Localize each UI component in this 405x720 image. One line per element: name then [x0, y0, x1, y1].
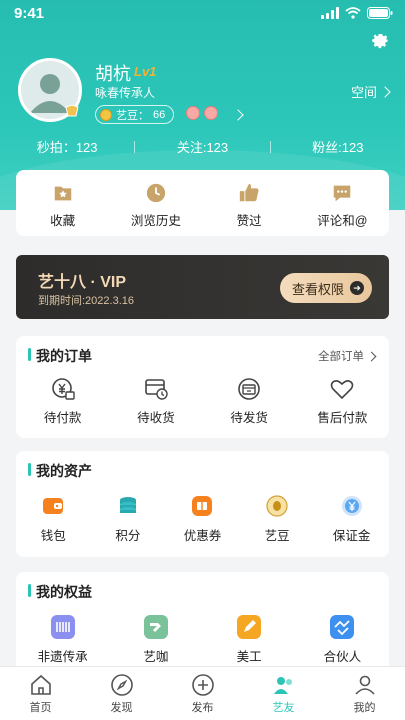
truck-clock-icon: [145, 379, 168, 400]
wallet-icon: [43, 498, 64, 514]
vip-banner[interactable]: 艺十八 · VIP 到期时间:2022.3.16 查看权限 ➔: [16, 255, 389, 319]
verified-badge-icon: [64, 104, 80, 118]
quick-history[interactable]: 浏览历史: [109, 170, 202, 236]
compass-icon: [110, 674, 133, 696]
medal-icon: [204, 106, 218, 120]
stat-following[interactable]: 关注:123: [135, 137, 269, 157]
assets-title: 我的资产: [28, 461, 92, 481]
space-label: 空间: [350, 85, 377, 100]
vip-expiry: 到期时间:2022.3.16: [38, 295, 134, 307]
tab-mine[interactable]: 我的: [324, 667, 405, 720]
yidou-label: 艺豆：: [116, 109, 149, 122]
pen-icon: [237, 615, 262, 639]
stat-miaopai[interactable]: 秒拍：123: [0, 137, 134, 157]
stats-row: 秒拍：123 关注:123 粉丝:123: [0, 137, 405, 157]
asset-coupons[interactable]: 优惠券: [165, 495, 240, 544]
quick-comments[interactable]: 评论和@: [296, 170, 389, 236]
medal-icon: [186, 106, 200, 120]
bean-coin-icon: [100, 108, 112, 121]
asset-points[interactable]: 积分: [91, 495, 166, 544]
orders-title: 我的订单: [28, 346, 92, 366]
coins-stack-icon: [119, 497, 136, 513]
coupon-icon: [192, 496, 213, 516]
signal-icon: [321, 7, 339, 19]
all-orders-link[interactable]: 全部订单: [318, 348, 377, 364]
assets-card: 我的资产 钱包 积分 优惠券 艺豆 保证金: [16, 451, 389, 557]
user-level: Lv1: [134, 64, 157, 79]
rights-partner[interactable]: 合伙人: [296, 614, 389, 665]
yidou-value: 66: [153, 108, 166, 121]
order-after-sales[interactable]: 售后付款: [296, 376, 389, 426]
quick-actions-card: 收藏 浏览历史 赞过 评论和@: [16, 170, 389, 236]
tab-discover[interactable]: 发现: [81, 667, 162, 720]
asset-deposit[interactable]: 保证金: [314, 495, 389, 544]
chevron-right-icon: [366, 351, 377, 361]
brush-icon: [143, 615, 168, 639]
asset-wallet[interactable]: 钱包: [16, 495, 91, 544]
bean-coin-icon: [266, 495, 288, 517]
tab-home[interactable]: 首页: [0, 667, 81, 720]
bottom-tab-bar: 首页 发现 发布 艺友 我的: [0, 666, 405, 720]
stat-followers[interactable]: 粉丝:123: [271, 137, 405, 157]
user-name: 胡杭: [95, 64, 131, 84]
space-link[interactable]: 空间: [350, 82, 391, 101]
asset-yidou[interactable]: 艺豆: [240, 495, 315, 544]
tab-friends[interactable]: 艺友: [243, 667, 324, 720]
medals-arrow-icon[interactable]: [232, 106, 244, 122]
rights-yika[interactable]: 艺咖: [109, 614, 202, 665]
rights-heritage[interactable]: 非遗传承: [16, 614, 109, 665]
handshake-icon: [330, 615, 355, 639]
tab-publish[interactable]: 发布: [162, 667, 243, 720]
star-folder-icon: [54, 186, 71, 201]
yidou-pill[interactable]: 艺豆： 66: [95, 105, 175, 124]
medal-list[interactable]: [186, 106, 218, 120]
rights-artwork[interactable]: 美工: [203, 614, 296, 665]
chevron-right-icon: [379, 85, 391, 98]
friends-icon: [273, 677, 292, 694]
order-pending-payment[interactable]: 待付款: [16, 376, 109, 426]
status-time: 9:41: [14, 5, 45, 22]
chat-icon: [334, 185, 351, 202]
order-pending-receipt[interactable]: 待收货: [109, 376, 202, 426]
plus-icon: [191, 674, 214, 696]
quick-favorites[interactable]: 收藏: [16, 170, 109, 236]
heart-icon: [331, 380, 354, 400]
quick-liked[interactable]: 赞过: [203, 170, 296, 236]
view-privileges-button[interactable]: 查看权限 ➔: [279, 273, 372, 303]
wifi-icon: [345, 7, 361, 19]
orders-card: 我的订单 全部订单 待付款 待收货 待发货 售后付款: [16, 336, 389, 438]
arrow-right-icon: ➔: [350, 281, 364, 295]
wallet-yen-icon: [51, 378, 75, 400]
user-subtitle: 咏春传承人: [95, 86, 156, 100]
battery-icon: [367, 7, 393, 19]
settings-gear-icon[interactable]: [369, 28, 391, 50]
status-icons: [321, 7, 393, 19]
box-icon: [238, 378, 260, 400]
thumbs-up-icon: [239, 183, 259, 202]
vip-title: 艺十八 · VIP: [38, 274, 127, 291]
rights-title: 我的权益: [28, 582, 92, 602]
deposit-yen-icon: [341, 496, 362, 516]
user-icon: [354, 675, 375, 695]
order-pending-shipment[interactable]: 待发货: [203, 376, 296, 426]
status-bar: 9:41: [0, 0, 405, 28]
heritage-icon: [50, 615, 75, 639]
home-icon: [30, 674, 51, 695]
clock-icon: [146, 183, 166, 203]
